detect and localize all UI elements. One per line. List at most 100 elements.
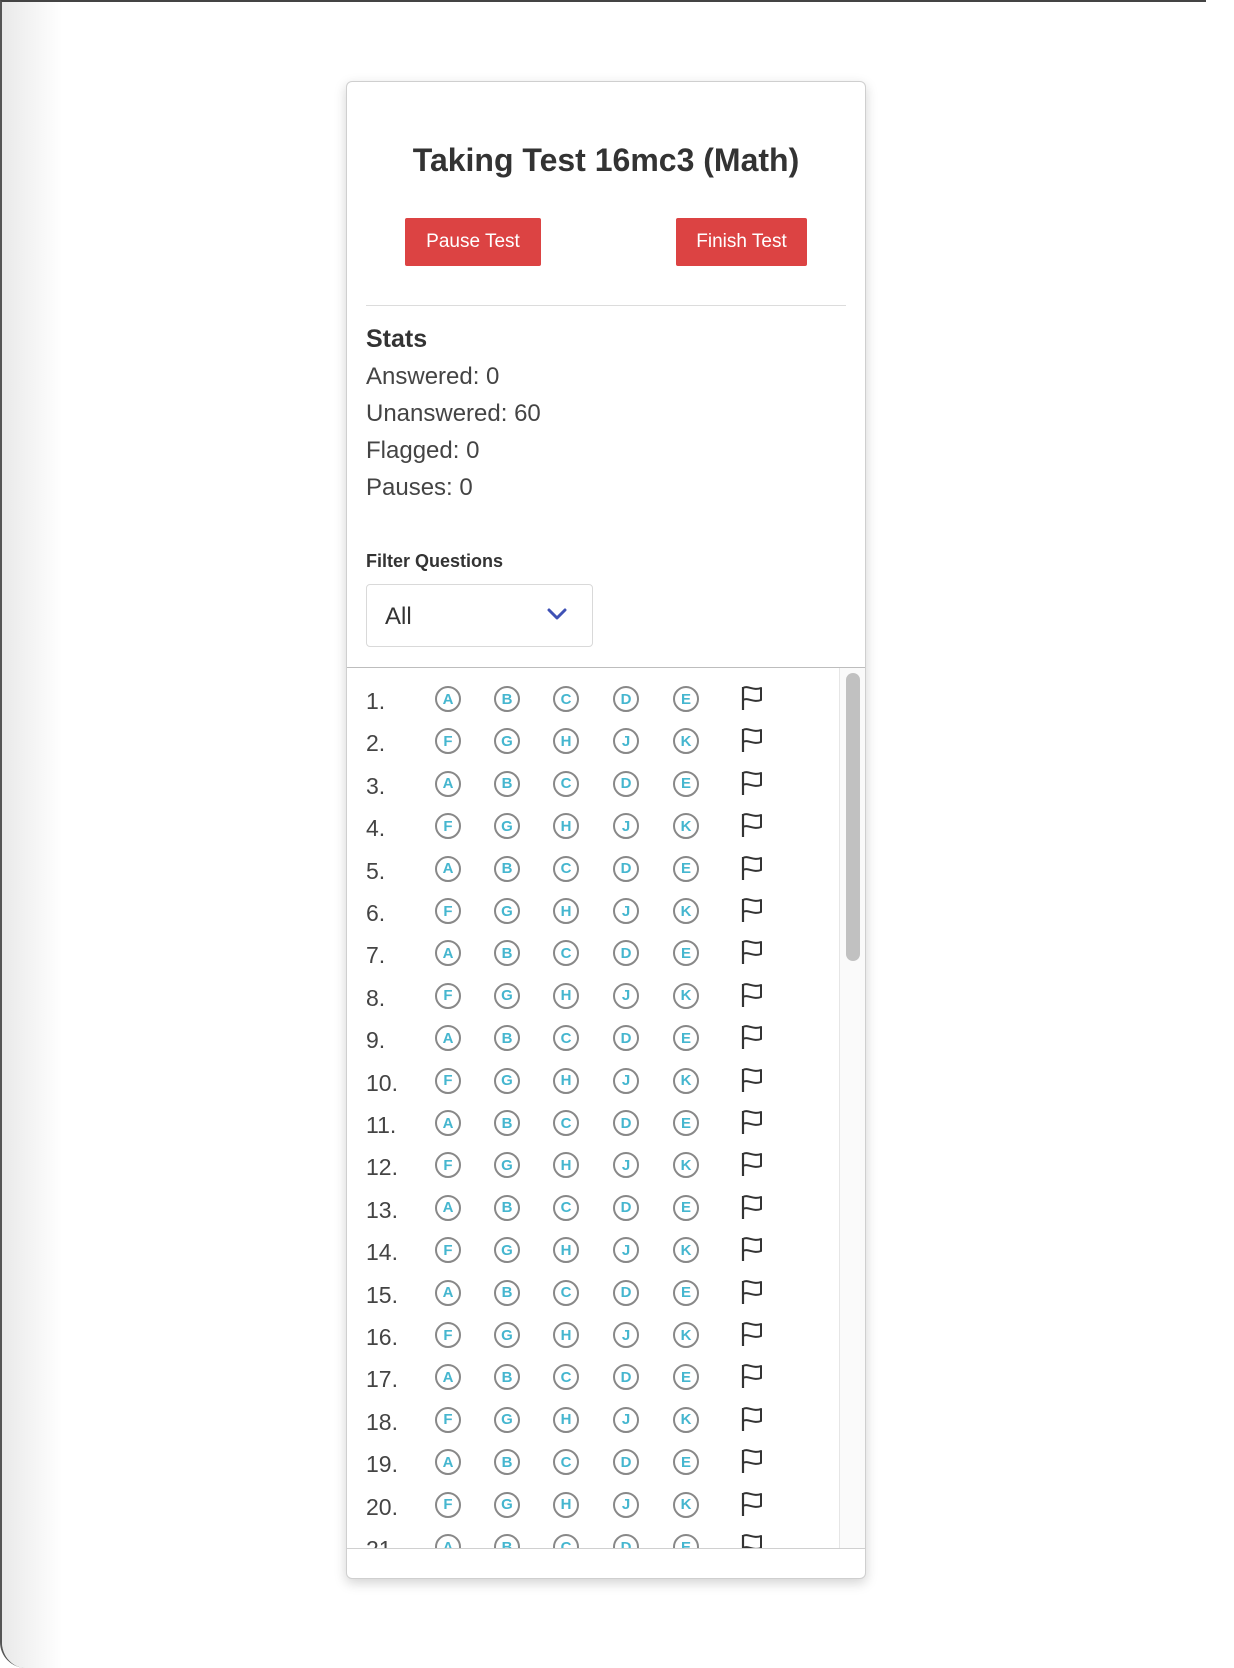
flag-icon[interactable] <box>739 1235 765 1263</box>
answer-bubble[interactable]: J <box>613 813 639 840</box>
answer-bubble[interactable]: E <box>673 1025 699 1052</box>
answer-bubble[interactable]: B <box>494 1194 520 1221</box>
answer-bubble[interactable]: B <box>494 940 520 967</box>
answer-bubble[interactable]: D <box>613 940 639 967</box>
answer-bubble[interactable]: J <box>613 1491 639 1518</box>
answer-bubble[interactable]: G <box>494 1237 520 1264</box>
answer-bubble[interactable]: G <box>494 1067 520 1094</box>
answer-bubble[interactable]: F <box>435 1237 461 1264</box>
flag-icon[interactable] <box>739 1066 765 1094</box>
answer-bubble[interactable]: C <box>553 686 579 712</box>
answer-bubble[interactable]: C <box>553 1194 579 1221</box>
answer-bubble[interactable]: A <box>435 855 461 882</box>
scrollbar-thumb[interactable] <box>846 673 860 961</box>
answer-bubble[interactable]: E <box>673 686 699 712</box>
answer-bubble[interactable]: E <box>673 855 699 882</box>
answer-bubble[interactable]: C <box>553 770 579 797</box>
answer-bubble[interactable]: F <box>435 1152 461 1179</box>
answer-bubble[interactable]: D <box>613 1534 639 1548</box>
answer-bubble[interactable]: J <box>613 1406 639 1433</box>
answer-bubble[interactable]: C <box>553 855 579 882</box>
flag-icon[interactable] <box>739 896 765 924</box>
answer-bubble[interactable]: D <box>613 1025 639 1052</box>
answer-bubble[interactable]: A <box>435 1025 461 1052</box>
answer-bubble[interactable]: A <box>435 770 461 797</box>
answer-bubble[interactable]: G <box>494 1322 520 1348</box>
answer-bubble[interactable]: G <box>494 982 520 1009</box>
answer-bubble[interactable]: D <box>613 1364 639 1391</box>
flag-icon[interactable] <box>739 1447 765 1475</box>
answer-bubble[interactable]: E <box>673 1364 699 1391</box>
answer-bubble[interactable]: J <box>613 898 639 924</box>
answer-bubble[interactable]: H <box>553 1067 579 1094</box>
answer-bubble[interactable]: F <box>435 813 461 840</box>
pause-test-button[interactable]: Pause Test <box>405 218 541 266</box>
answer-bubble[interactable]: G <box>494 1152 520 1179</box>
flag-icon[interactable] <box>739 1362 765 1390</box>
answer-bubble[interactable]: K <box>673 1322 699 1348</box>
answer-bubble[interactable]: B <box>494 1534 520 1548</box>
answer-bubble[interactable]: H <box>553 1322 579 1348</box>
answer-bubble[interactable]: K <box>673 898 699 924</box>
answer-bubble[interactable]: D <box>613 1110 639 1136</box>
answer-bubble[interactable]: K <box>673 982 699 1009</box>
answer-bubble[interactable]: A <box>435 940 461 967</box>
answer-bubble[interactable]: C <box>553 1025 579 1052</box>
answer-bubble[interactable]: K <box>673 728 699 755</box>
answer-bubble[interactable]: C <box>553 1534 579 1548</box>
flag-icon[interactable] <box>739 811 765 839</box>
flag-icon[interactable] <box>739 1278 765 1306</box>
answer-bubble[interactable]: H <box>553 728 579 755</box>
answer-bubble[interactable]: D <box>613 686 639 712</box>
answer-bubble[interactable]: J <box>613 728 639 755</box>
answer-bubble[interactable]: A <box>435 1364 461 1391</box>
answer-bubble[interactable]: K <box>673 1491 699 1518</box>
finish-test-button[interactable]: Finish Test <box>676 218 807 266</box>
flag-icon[interactable] <box>739 1490 765 1518</box>
answer-bubble[interactable]: H <box>553 898 579 924</box>
answer-bubble[interactable]: F <box>435 1406 461 1433</box>
flag-icon[interactable] <box>739 1193 765 1221</box>
answer-bubble[interactable]: J <box>613 1152 639 1179</box>
answer-bubble[interactable]: K <box>673 1406 699 1433</box>
flag-icon[interactable] <box>739 1320 765 1348</box>
answer-bubble[interactable]: G <box>494 728 520 755</box>
answer-bubble[interactable]: B <box>494 1025 520 1052</box>
answer-bubble[interactable]: D <box>613 1449 639 1476</box>
answer-bubble[interactable]: H <box>553 1406 579 1433</box>
answer-bubble[interactable]: F <box>435 1491 461 1518</box>
answer-bubble[interactable]: H <box>553 1152 579 1179</box>
answer-bubble[interactable]: A <box>435 686 461 712</box>
answer-bubble[interactable]: F <box>435 1322 461 1348</box>
answer-bubble[interactable]: H <box>553 813 579 840</box>
flag-icon[interactable] <box>739 938 765 966</box>
answer-bubble[interactable]: B <box>494 1364 520 1391</box>
flag-icon[interactable] <box>739 1023 765 1051</box>
answer-bubble[interactable]: H <box>553 1491 579 1518</box>
answer-bubble[interactable]: B <box>494 855 520 882</box>
answer-bubble[interactable]: E <box>673 1449 699 1476</box>
answer-bubble[interactable]: E <box>673 1534 699 1548</box>
answer-bubble[interactable]: C <box>553 940 579 967</box>
answer-bubble[interactable]: F <box>435 898 461 924</box>
answer-bubble[interactable]: A <box>435 1279 461 1306</box>
answer-bubble[interactable]: D <box>613 1279 639 1306</box>
answer-bubble[interactable]: C <box>553 1110 579 1136</box>
answer-bubble[interactable]: C <box>553 1279 579 1306</box>
answer-bubble[interactable]: F <box>435 982 461 1009</box>
answer-bubble[interactable]: E <box>673 770 699 797</box>
answer-bubble[interactable]: H <box>553 1237 579 1264</box>
filter-select[interactable]: All <box>366 584 593 647</box>
answer-bubble[interactable]: D <box>613 770 639 797</box>
flag-icon[interactable] <box>739 1150 765 1178</box>
flag-icon[interactable] <box>739 1108 765 1136</box>
answer-bubble[interactable]: F <box>435 1067 461 1094</box>
answer-bubble[interactable]: E <box>673 1194 699 1221</box>
answer-bubble[interactable]: B <box>494 1449 520 1476</box>
flag-icon[interactable] <box>739 726 765 754</box>
answer-bubble[interactable]: B <box>494 1279 520 1306</box>
answer-bubble[interactable]: A <box>435 1449 461 1476</box>
answer-bubble[interactable]: G <box>494 1491 520 1518</box>
answer-bubble[interactable]: B <box>494 770 520 797</box>
answer-bubble[interactable]: F <box>435 728 461 755</box>
